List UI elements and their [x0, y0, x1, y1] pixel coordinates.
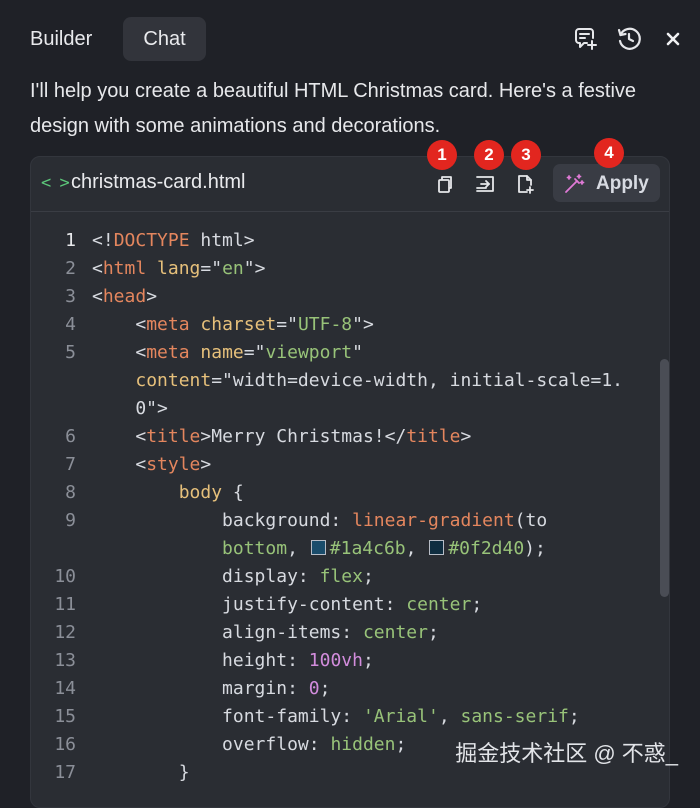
line-number: 3 — [65, 286, 76, 307]
line-text: <head> — [92, 286, 158, 307]
line-number: 7 — [65, 454, 76, 475]
insert-button[interactable] — [472, 171, 498, 197]
line-text: <style> — [135, 454, 212, 475]
code-line: 5 <meta name="viewport" — [31, 339, 669, 367]
line-text: overflow: hidden; — [222, 734, 407, 755]
code-line: 8 body { — [31, 479, 669, 507]
line-text: align-items: center; — [222, 622, 439, 643]
assistant-message: I'll help you create a beautiful HTML Ch… — [30, 80, 637, 137]
line-number: 17 — [54, 762, 76, 783]
code-line: 11 justify-content: center; — [31, 591, 669, 619]
line-number: 16 — [54, 734, 76, 755]
code-line: 7 <style> — [31, 451, 669, 479]
line-text: bottom, #1a4c6b, #0f2d40); — [222, 538, 546, 559]
line-text: content="width=device-width, initial-sca… — [135, 370, 624, 391]
line-text: display: flex; — [222, 566, 374, 587]
code-line: 9 background: linear-gradient(to — [31, 507, 669, 535]
line-text: height: 100vh; — [222, 650, 374, 671]
magic-wand-icon — [565, 174, 585, 193]
apply-button[interactable]: Apply — [553, 164, 660, 202]
line-text: 0"> — [92, 398, 168, 419]
line-text: } — [92, 762, 190, 783]
line-text: background: linear-gradient(to — [222, 510, 548, 531]
badge-4: 4 — [594, 138, 624, 168]
line-number: 13 — [54, 650, 76, 671]
new-chat-icon[interactable] — [570, 24, 600, 54]
history-icon[interactable] — [614, 24, 644, 54]
watermark: 掘金技术社区 @ 不惑_ — [455, 741, 678, 766]
new-file-icon — [518, 175, 534, 194]
copy-icon — [438, 176, 452, 193]
line-number: 8 — [65, 482, 76, 503]
line-text: body { — [178, 482, 244, 503]
code-block-header: < > christmas-card.html Apply — [31, 157, 669, 212]
code-line: 10 display: flex; — [31, 563, 669, 591]
code-filename: christmas-card.html — [71, 171, 246, 193]
line-number: 5 — [65, 342, 76, 363]
code-icon: < > — [41, 173, 70, 193]
line-number: 11 — [54, 594, 76, 615]
line-number: 9 — [65, 510, 76, 531]
line-number: 2 — [65, 258, 76, 279]
line-number: 14 — [54, 678, 76, 699]
line-text: justify-content: center; — [222, 594, 483, 615]
close-icon[interactable] — [658, 24, 688, 54]
code-block: < > christmas-card.html Apply 1 <!DOCTYPE — [30, 156, 670, 808]
line-number: 12 — [54, 622, 76, 643]
line-number: 15 — [54, 706, 76, 727]
code-line: 2 <html lang="en"> — [31, 255, 669, 283]
code-line: bottom, #1a4c6b, #0f2d40); — [31, 535, 669, 563]
new-file-button[interactable] — [512, 171, 538, 197]
code-line: 15 font-family: 'Arial', sans-serif; — [31, 703, 669, 731]
tab-chat[interactable]: Chat — [123, 17, 206, 61]
code-line: 6 <title>Merry Christmas!</title> — [31, 423, 669, 451]
code-line: 3 <head> — [31, 283, 669, 311]
code-line: 1 <!DOCTYPE html> — [31, 227, 669, 255]
line-text: font-family: 'Arial', sans-serif; — [222, 706, 580, 727]
code-line: 13 height: 100vh; — [31, 647, 669, 675]
tab-builder[interactable]: Builder — [30, 17, 92, 61]
code-line: content="width=device-width, initial-sca… — [31, 367, 669, 395]
badge-2: 2 — [474, 140, 504, 170]
line-text: <html lang="en"> — [92, 258, 266, 279]
badge-3: 3 — [511, 140, 541, 170]
scrollbar[interactable] — [660, 359, 669, 597]
code-line: 0"> — [31, 395, 669, 423]
badge-1: 1 — [427, 140, 457, 170]
line-number: 10 — [54, 566, 76, 587]
insert-icon — [476, 176, 494, 192]
line-text: margin: 0; — [222, 678, 331, 699]
apply-label: Apply — [596, 173, 649, 194]
line-text: <title>Merry Christmas!</title> — [135, 426, 472, 447]
code-line: 14 margin: 0; — [31, 675, 669, 703]
line-text: <meta charset="UTF-8"> — [135, 314, 374, 335]
line-text: <meta name="viewport" — [135, 342, 363, 363]
code-line: 4 <meta charset="UTF-8"> — [31, 311, 669, 339]
line-number: 1 — [65, 230, 76, 251]
top-bar: Builder Chat — [0, 0, 700, 78]
line-number: 6 — [65, 426, 76, 447]
line-text: <!DOCTYPE html> — [92, 230, 255, 251]
copy-button[interactable] — [432, 171, 458, 197]
line-number: 4 — [65, 314, 76, 335]
code-line: 12 align-items: center; — [31, 619, 669, 647]
